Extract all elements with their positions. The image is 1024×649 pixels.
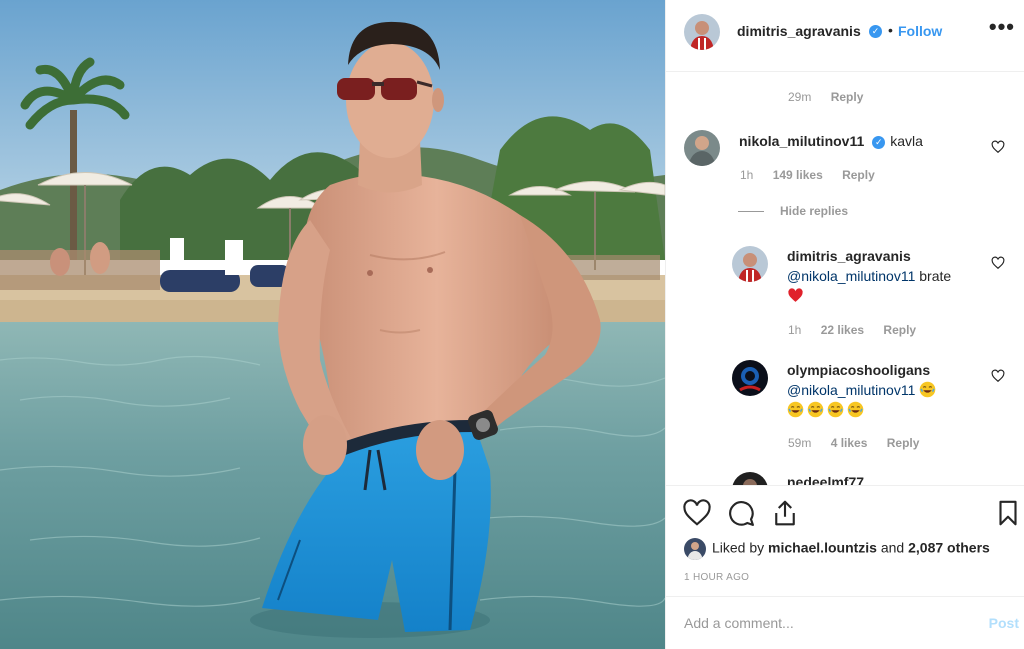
- verified-badge-icon: ✓: [872, 136, 886, 149]
- reply-button[interactable]: Reply: [831, 90, 864, 104]
- reply-button[interactable]: Reply: [842, 168, 875, 182]
- reply-mention[interactable]: @nikola_milutinov11: [787, 268, 915, 284]
- reply-avatar[interactable]: [732, 246, 768, 282]
- beach-photo-image: [0, 0, 665, 649]
- reply-button[interactable]: Reply: [887, 436, 920, 450]
- comment-text: nikola_milutinov11 ✓ kavla: [739, 131, 923, 151]
- reply-text: dimitris_agravanis @nikola_milutinov11 b…: [787, 246, 987, 306]
- reply-button[interactable]: Reply: [883, 323, 916, 337]
- reply-time: 1h: [788, 323, 802, 337]
- liked-by-prefix: Liked by: [712, 539, 769, 556]
- hide-replies-button[interactable]: Hide replies: [738, 204, 848, 218]
- like-comment-heart-icon[interactable]: [991, 140, 1005, 154]
- post-header: dimitris_agravanis ✓ • Follow •••: [666, 0, 1024, 72]
- separator-dot: •: [888, 22, 893, 38]
- laughing-emoji-icon: [827, 401, 844, 418]
- laughing-emoji-icon: [847, 401, 864, 418]
- hide-replies-label: Hide replies: [780, 204, 849, 218]
- more-options-icon[interactable]: •••: [989, 14, 1015, 40]
- comment-likes[interactable]: 149 likes: [773, 168, 823, 182]
- reply-username[interactable]: nedeelmf77: [787, 474, 864, 485]
- comment-bubble-icon[interactable]: [726, 498, 756, 528]
- bookmark-icon[interactable]: [993, 498, 1023, 528]
- heart-icon[interactable]: [682, 498, 712, 528]
- author-username[interactable]: dimitris_agravanis: [737, 23, 861, 39]
- follow-button[interactable]: Follow: [898, 23, 942, 39]
- reply-meta: 1h 22 likes Reply: [788, 323, 932, 337]
- comment-username[interactable]: nikola_milutinov11: [739, 133, 864, 149]
- post-actions: Liked by michael.lountzis and 2,087 othe…: [666, 485, 1024, 649]
- reply-username[interactable]: olympiacoshooligans: [787, 362, 930, 378]
- post-comment-button[interactable]: Post: [989, 615, 1019, 631]
- comment-body: kavla: [890, 133, 923, 149]
- post-side-panel: dimitris_agravanis ✓ • Follow ••• 29m Re…: [665, 0, 1024, 649]
- laughing-emoji-icon: [787, 401, 804, 418]
- red-heart-emoji-icon: [788, 288, 803, 302]
- reply-avatar[interactable]: [732, 360, 768, 396]
- laughing-emoji-icon: [919, 381, 936, 398]
- liked-by-username[interactable]: michael.lountzis: [768, 540, 877, 556]
- post-timestamp[interactable]: 1 HOUR AGO: [684, 572, 749, 583]
- reply-meta: 59m 4 likes Reply: [788, 436, 935, 450]
- reply-likes[interactable]: 4 likes: [831, 436, 868, 450]
- author-avatar[interactable]: [684, 14, 720, 50]
- reply-text: olympiacoshooligans @nikola_milutinov11: [787, 360, 987, 420]
- liked-by-others[interactable]: 2,087 others: [908, 540, 990, 556]
- reply-text: nedeelmf77: [787, 472, 868, 485]
- liked-by-and: and: [876, 539, 909, 556]
- comment-meta: 1h 149 likes Reply: [740, 168, 891, 182]
- reply-likes[interactable]: 22 likes: [821, 323, 864, 337]
- reply-avatar[interactable]: [732, 472, 768, 485]
- comment-time: 29m: [788, 90, 812, 104]
- reply-username[interactable]: dimitris_agravanis: [787, 248, 911, 264]
- divider-line: [738, 211, 764, 213]
- laughing-emoji-icon: [807, 401, 824, 418]
- reply-mention[interactable]: @nikola_milutinov11: [787, 382, 915, 398]
- comment-meta: 29m Reply: [788, 90, 879, 104]
- commenter-avatar[interactable]: [684, 130, 720, 166]
- comment-time: 1h: [740, 168, 754, 182]
- like-reply-heart-icon[interactable]: [991, 369, 1005, 383]
- like-reply-heart-icon[interactable]: [991, 256, 1005, 270]
- verified-badge-icon: ✓: [869, 25, 882, 38]
- comment-input[interactable]: [684, 611, 964, 635]
- liker-avatar[interactable]: [684, 538, 706, 560]
- add-comment-bar: Post: [666, 596, 1024, 649]
- comments-list[interactable]: 29m Reply nikola_milutinov11 ✓ kavla 1h 14…: [666, 72, 1024, 485]
- share-icon[interactable]: [770, 498, 800, 528]
- reply-body: brate: [919, 268, 952, 284]
- liked-by-summary: Liked by michael.lountzis and 2,087 othe…: [684, 538, 990, 560]
- post-photo[interactable]: [0, 0, 665, 649]
- reply-time: 59m: [788, 436, 812, 450]
